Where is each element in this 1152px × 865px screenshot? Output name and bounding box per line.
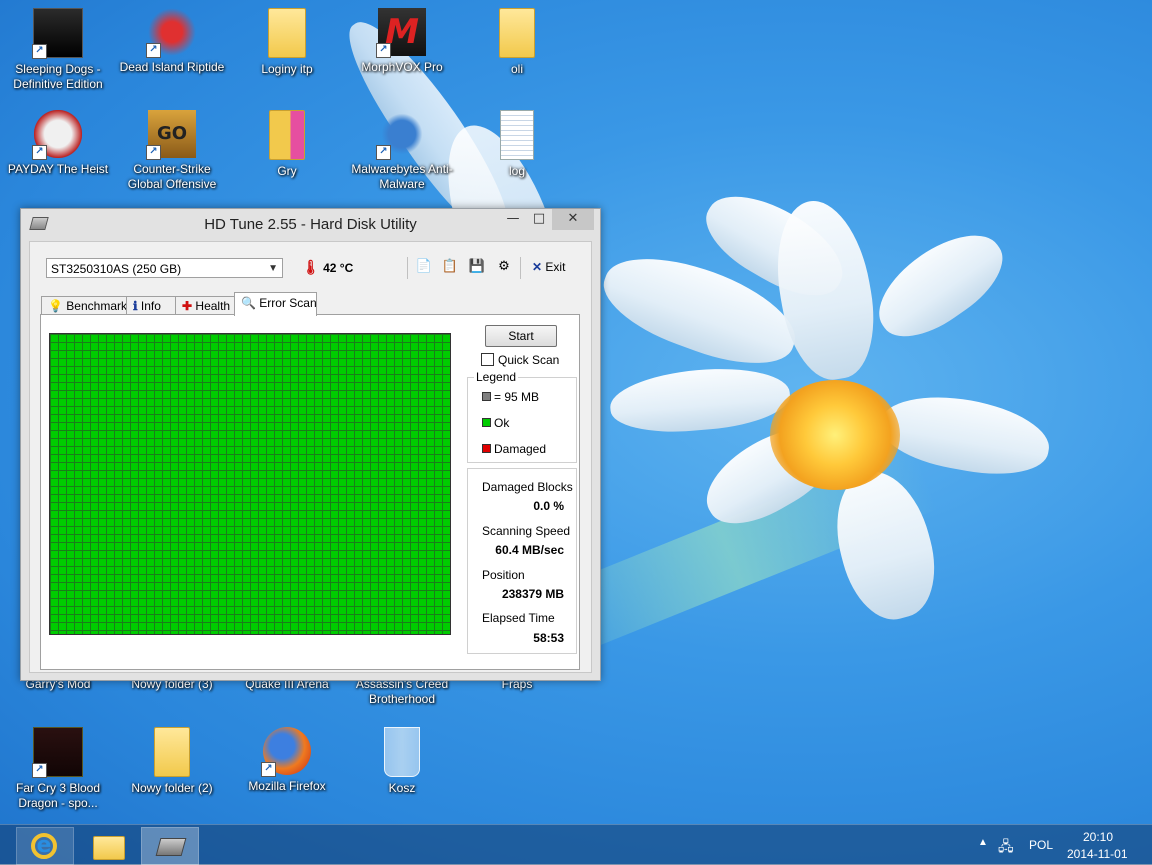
chevron-down-icon: ▼ <box>268 263 278 274</box>
tab-info[interactable]: ℹ Info <box>126 296 176 315</box>
desktop-icon-gry[interactable]: Gry <box>231 110 343 179</box>
shortcut-arrow-icon: ↗ <box>376 43 391 58</box>
payday-icon: ↗ <box>32 110 82 160</box>
window-titlebar[interactable]: HD Tune 2.55 - Hard Disk Utility — □ ✕ <box>21 209 600 239</box>
gray-square-icon <box>482 392 491 401</box>
stats-group: Damaged Blocks 0.0 % Scanning Speed 60.4… <box>467 468 577 654</box>
info-icon: ℹ <box>133 299 138 313</box>
start-button[interactable]: Start <box>485 325 557 347</box>
copy-text-icon[interactable]: 📄 <box>414 257 434 277</box>
morphvox-icon: M ↗ <box>376 8 426 58</box>
sleeping-dogs-icon: ↗ <box>32 8 83 59</box>
desktop-icon-kosz[interactable]: Kosz <box>346 727 458 796</box>
position-value: 238379 MB <box>501 587 564 601</box>
error-scan-panel: Start Quick Scan Legend = 95 MB Ok Damag… <box>40 314 580 670</box>
network-icon[interactable]: 🖧 <box>998 836 1014 860</box>
toolbar-separator <box>520 257 521 279</box>
recycle-bin-icon <box>384 727 420 777</box>
wallpaper-flower-center <box>770 380 900 490</box>
benchmark-icon: 💡 <box>48 299 63 313</box>
drive-select[interactable]: ST3250310AS (250 GB) ▼ <box>46 258 283 278</box>
shortcut-arrow-icon: ↗ <box>32 44 47 59</box>
text-file-icon <box>500 110 534 160</box>
shortcut-arrow-icon: ↗ <box>146 145 161 160</box>
malwarebytes-icon: ↗ <box>376 110 426 160</box>
internet-explorer-icon: e <box>31 833 57 859</box>
desktop-icon-nowy-folder-2[interactable]: Nowy folder (2) <box>116 727 228 796</box>
red-square-icon <box>482 444 491 453</box>
firefox-icon: ↗ <box>261 727 311 777</box>
save-icon[interactable]: 💾 <box>467 257 487 277</box>
csgo-icon: GO ↗ <box>146 110 196 160</box>
legend-title: Legend <box>474 370 519 384</box>
wallpaper-petal <box>862 216 1018 354</box>
farcry-icon: ↗ <box>32 727 83 778</box>
legend-item-block-size: = 95 MB <box>482 390 539 404</box>
magnifier-icon: 🔍 <box>241 296 256 310</box>
language-indicator[interactable]: POL <box>1029 838 1053 852</box>
green-square-icon <box>482 418 491 427</box>
close-button[interactable]: ✕ <box>552 209 594 230</box>
tab-error-scan[interactable]: 🔍 Error Scan <box>234 292 317 316</box>
show-hidden-icons-icon[interactable]: ▲ <box>978 837 988 848</box>
desktop-icon-oli[interactable]: oli <box>461 8 573 77</box>
taskbar-internet-explorer[interactable]: e <box>16 827 74 865</box>
stat-label: Position <box>482 568 525 582</box>
health-cross-icon: ✚ <box>182 299 193 313</box>
copy-screenshot-icon[interactable]: 📋 <box>440 257 460 277</box>
legend-item-ok: Ok <box>482 416 509 430</box>
options-icon[interactable]: ⚙ <box>494 257 514 277</box>
folder-icon <box>499 8 535 58</box>
taskbar: e ▲ 🖧 POL 20:10 2014-11-01 <box>0 824 1152 865</box>
stat-label: Scanning Speed <box>482 524 571 538</box>
thermometer-icon: 🌡 <box>302 259 320 275</box>
taskbar-file-explorer[interactable] <box>78 827 136 865</box>
scan-block-map <box>49 333 451 635</box>
scanning-speed-value: 60.4 MB/sec <box>495 543 564 557</box>
desktop-icon-firefox[interactable]: ↗ Mozilla Firefox <box>231 727 343 794</box>
folder-icon <box>269 110 305 160</box>
stat-label: Elapsed Time <box>482 611 555 625</box>
temperature-display: 🌡 42 °C <box>302 259 354 275</box>
hd-tune-icon <box>155 838 187 856</box>
folder-icon <box>268 8 306 58</box>
damaged-blocks-value: 0.0 % <box>533 499 564 513</box>
tab-benchmark[interactable]: 💡 Benchmark <box>41 296 127 315</box>
shortcut-arrow-icon: ↗ <box>32 145 47 160</box>
desktop-icon-morphvox[interactable]: M ↗ MorphVOX Pro <box>346 8 458 75</box>
clock-time[interactable]: 20:10 <box>1083 830 1113 844</box>
hdtune-window[interactable]: HD Tune 2.55 - Hard Disk Utility — □ ✕ S… <box>20 208 601 681</box>
desktop-icon-payday[interactable]: ↗ PAYDAY The Heist <box>2 110 114 177</box>
taskbar-hd-tune[interactable] <box>141 827 199 865</box>
tab-health[interactable]: ✚ Health <box>175 296 235 315</box>
desktop-icon-dead-island[interactable]: ↗ Dead Island Riptide <box>116 8 228 75</box>
wallpaper-petal <box>607 362 793 438</box>
desktop-icon-log[interactable]: log <box>461 110 573 179</box>
exit-button[interactable]: ✕ Exit <box>532 260 565 274</box>
legend-item-damaged: Damaged <box>482 442 546 456</box>
desktop-icon-malwarebytes[interactable]: ↗ Malwarebytes Anti-Malware <box>346 110 458 192</box>
folder-icon <box>154 727 190 777</box>
checkbox-box <box>481 353 494 366</box>
desktop-icon-csgo[interactable]: GO ↗ Counter-Strike Global Offensive <box>116 110 228 192</box>
window-client-area: ST3250310AS (250 GB) ▼ 🌡 42 °C 📄 📋 💾 ⚙ ✕… <box>29 241 592 673</box>
shortcut-arrow-icon: ↗ <box>261 762 276 777</box>
desktop-icon-farcry[interactable]: ↗ Far Cry 3 Blood Dragon - spo... <box>2 727 114 811</box>
desktop-icon-loginy[interactable]: Loginy itp <box>231 8 343 77</box>
shortcut-arrow-icon: ↗ <box>32 763 47 778</box>
desktop-icon-sleeping-dogs[interactable]: ↗ Sleeping Dogs - Definitive Edition <box>2 8 114 92</box>
exit-x-icon: ✕ <box>532 260 543 274</box>
toolbar-separator <box>407 257 408 279</box>
minimize-button[interactable]: — <box>500 209 526 230</box>
dead-island-icon: ↗ <box>146 8 196 58</box>
shortcut-arrow-icon: ↗ <box>146 43 161 58</box>
stat-label: Damaged Blocks <box>482 480 573 494</box>
maximize-button[interactable]: □ <box>526 209 552 230</box>
quick-scan-checkbox[interactable]: Quick Scan <box>481 353 559 367</box>
legend-group: Legend = 95 MB Ok Damaged <box>467 370 577 463</box>
shortcut-arrow-icon: ↗ <box>376 145 391 160</box>
elapsed-time-value: 58:53 <box>533 631 564 645</box>
file-explorer-icon <box>93 836 125 860</box>
clock-date[interactable]: 2014-11-01 <box>1067 847 1128 861</box>
